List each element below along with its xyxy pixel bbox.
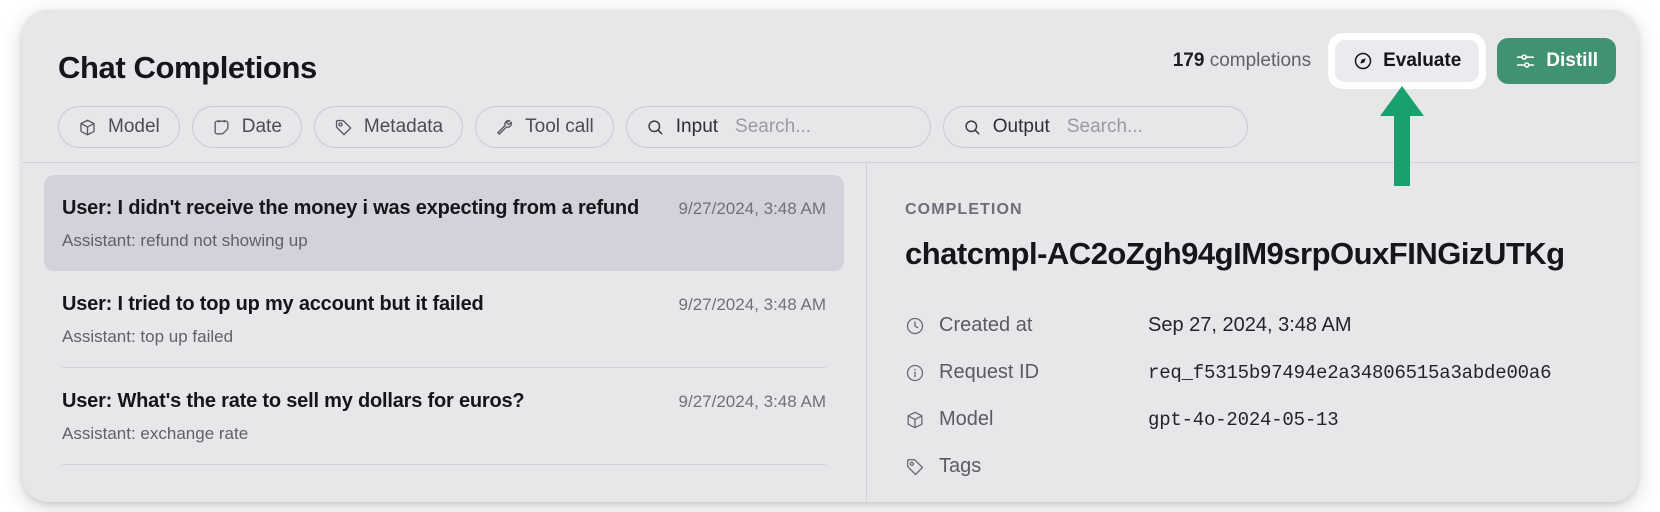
- detail-key-label: Tags: [939, 455, 982, 477]
- list-item[interactable]: User: I didn't receive the money i was e…: [44, 175, 844, 271]
- completion-id: chatcmpl-AC2oZgh94gIM9srpOuxFINGizUTKg: [905, 236, 1565, 271]
- filter-chip-metadata[interactable]: Metadata: [313, 106, 464, 148]
- info-icon: [905, 363, 925, 383]
- detail-value: Sep 27, 2024, 3:48 AM: [1148, 314, 1352, 336]
- filter-chip-metadata-label: Metadata: [363, 116, 444, 137]
- filter-chip-model[interactable]: Model: [58, 106, 180, 148]
- detail-key-label: Request ID: [939, 361, 1040, 383]
- list-separator: [62, 464, 826, 465]
- list-item-title: User: I tried to top up my account but i…: [62, 293, 484, 315]
- detail-key-label: Model: [939, 408, 994, 430]
- detail-row-tags: Tags: [905, 443, 1638, 490]
- list-item-title: User: I didn't receive the money i was e…: [62, 197, 639, 219]
- completions-count-number: 179: [1172, 50, 1205, 71]
- detail-row-created-at: Created at Sep 27, 2024, 3:48 AM: [905, 302, 1638, 349]
- sliders-icon: [1515, 51, 1536, 72]
- calendar-icon: [212, 118, 231, 137]
- evaluate-button[interactable]: Evaluate: [1335, 40, 1480, 82]
- cube-icon: [905, 410, 925, 430]
- evaluate-button-highlight: Evaluate: [1329, 34, 1486, 88]
- list-item-date: 9/27/2024, 3:48 AM: [678, 295, 826, 314]
- completions-count-label: completions: [1209, 50, 1312, 71]
- chat-completions-card: Chat Completions 179 completions Evaluat…: [22, 10, 1638, 502]
- wrench-icon: [495, 118, 514, 137]
- completion-detail-panel: COMPLETION chatcmpl-AC2oZgh94gIM9srpOuxF…: [867, 163, 1638, 502]
- detail-kicker: COMPLETION: [905, 201, 1023, 218]
- cube-icon: [78, 118, 97, 137]
- detail-value: req_f5315b97494e2a34806515a3abde00a6: [1148, 361, 1552, 384]
- filter-bar: Model Date Metadata Tool call Input Sear…: [58, 106, 1248, 148]
- evaluate-button-label: Evaluate: [1383, 50, 1462, 71]
- output-search-field[interactable]: Output Search...: [942, 106, 1248, 148]
- detail-key: Tags: [905, 455, 1148, 478]
- detail-row-model: Model gpt-4o-2024-05-13: [905, 396, 1638, 443]
- list-item-date: 9/27/2024, 3:48 AM: [678, 199, 826, 218]
- card-header: Chat Completions 179 completions Evaluat…: [22, 10, 1638, 162]
- compass-icon: [1353, 51, 1373, 71]
- list-item[interactable]: User: What's the rate to sell my dollars…: [44, 368, 844, 464]
- output-search-label: Output: [992, 116, 1050, 137]
- filter-chip-tool-call-label: Tool call: [525, 116, 594, 137]
- page-title: Chat Completions: [58, 50, 317, 85]
- list-item-title: User: What's the rate to sell my dollars…: [62, 390, 525, 412]
- detail-key: Created at: [905, 314, 1148, 337]
- clock-icon: [905, 316, 925, 336]
- filter-chip-date-label: Date: [241, 116, 282, 137]
- detail-key: Model: [905, 408, 1148, 431]
- list-item-subtitle: Assistant: refund not showing up: [62, 231, 308, 250]
- detail-metadata-table: Created at Sep 27, 2024, 3:48 AM Request…: [905, 302, 1638, 490]
- page-root: Chat Completions 179 completions Evaluat…: [0, 0, 1660, 512]
- filter-chip-date[interactable]: Date: [191, 106, 302, 148]
- list-item-subtitle: Assistant: top up failed: [62, 327, 234, 346]
- list-item[interactable]: User: I tried to top up my account but i…: [44, 271, 844, 367]
- search-icon: [646, 118, 665, 137]
- filter-chip-model-label: Model: [108, 116, 160, 137]
- search-icon: [963, 118, 982, 137]
- output-search-placeholder: Search...: [1066, 116, 1143, 137]
- distill-button-label: Distill: [1546, 50, 1598, 71]
- tag-icon: [334, 118, 353, 137]
- filter-chip-tool-call[interactable]: Tool call: [475, 106, 614, 148]
- detail-row-request-id: Request ID req_f5315b97494e2a34806515a3a…: [905, 349, 1638, 396]
- list-item-date: 9/27/2024, 3:48 AM: [678, 392, 826, 411]
- completions-list: User: I didn't receive the money i was e…: [22, 163, 866, 502]
- input-search-label: Input: [675, 116, 719, 137]
- input-search-field[interactable]: Input Search...: [625, 106, 931, 148]
- detail-value: gpt-4o-2024-05-13: [1148, 408, 1339, 431]
- completions-count: 179 completions: [1173, 50, 1311, 72]
- list-item-subtitle: Assistant: exchange rate: [62, 424, 249, 443]
- detail-key-label: Created at: [939, 314, 1033, 336]
- tag-icon: [905, 457, 925, 477]
- detail-key: Request ID: [905, 361, 1148, 384]
- input-search-placeholder: Search...: [735, 116, 812, 137]
- header-actions: 179 completions Evaluate Distill: [1173, 34, 1616, 88]
- distill-button[interactable]: Distill: [1497, 38, 1616, 84]
- card-body: User: I didn't receive the money i was e…: [22, 163, 1638, 502]
